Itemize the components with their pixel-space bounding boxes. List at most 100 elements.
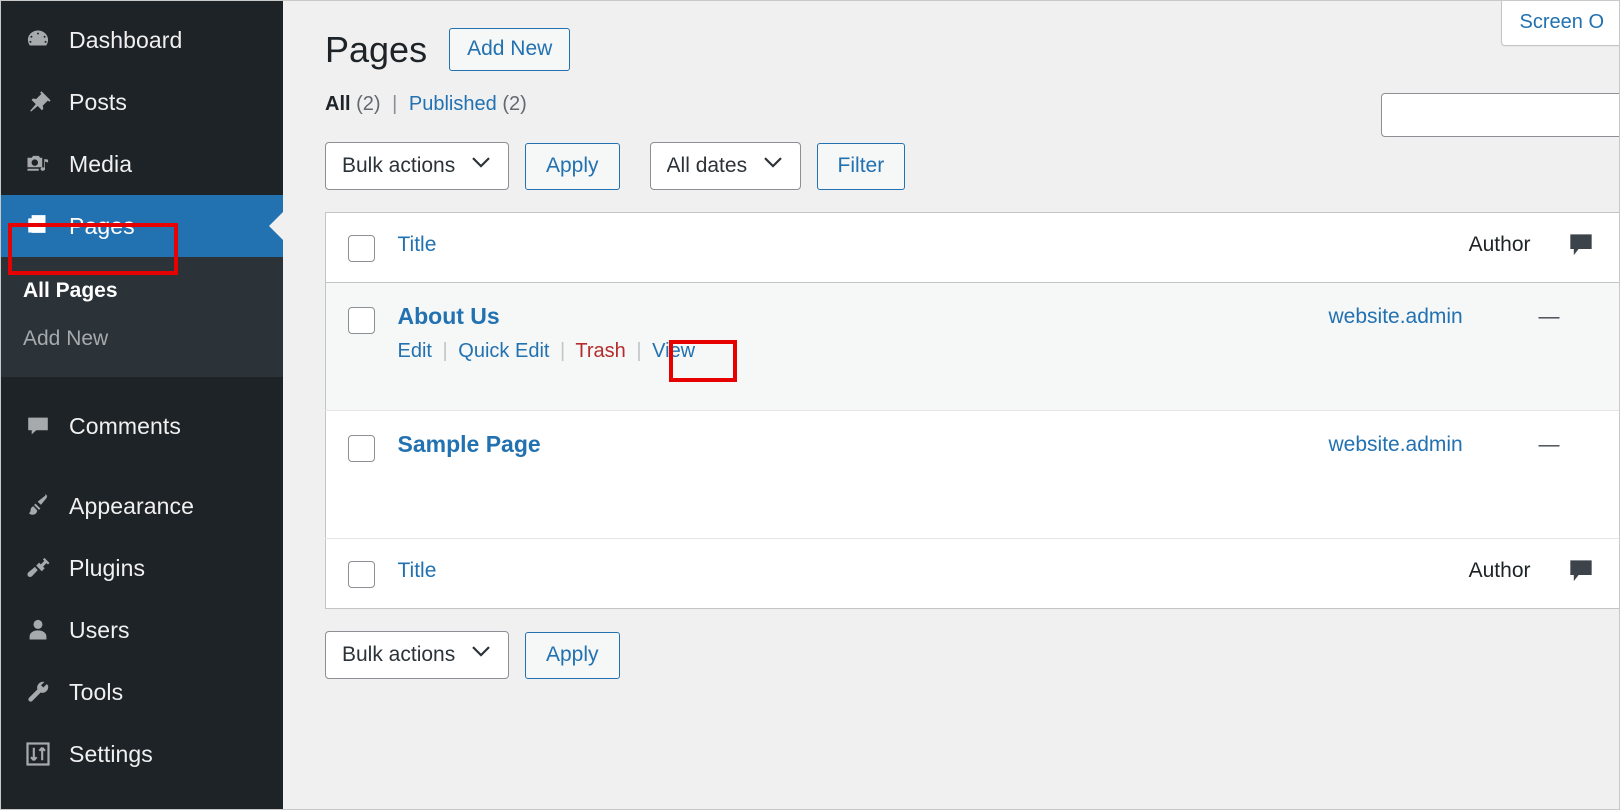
row-checkbox-cell (326, 411, 398, 539)
apply-button-top[interactable]: Apply (525, 143, 620, 190)
menu-separator (1, 457, 283, 475)
sidebar-item-label: Plugins (69, 555, 145, 582)
comment-bubble-icon (1567, 559, 1595, 589)
sidebar-item-media[interactable]: Media (1, 133, 283, 195)
sidebar-item-label: Media (69, 151, 132, 178)
table-row: Sample Page website.admin — (326, 411, 1620, 539)
select-all-header (326, 213, 398, 283)
column-header-title[interactable]: Title (398, 213, 1329, 283)
sidebar-item-appearance[interactable]: Appearance (1, 475, 283, 537)
bulk-actions-select-bottom[interactable]: Bulk actions (325, 631, 509, 679)
sidebar-item-settings[interactable]: Settings (1, 723, 283, 785)
comment-icon (23, 412, 53, 440)
bulk-actions-select-wrap-bottom: Bulk actions (325, 631, 509, 679)
filter-button[interactable]: Filter (817, 143, 906, 190)
column-footer-comments (1539, 539, 1620, 609)
tablenav-bottom: Bulk actions Apply (283, 609, 1619, 679)
column-footer-author: Author (1329, 539, 1539, 609)
table-header-row: Title Author (326, 213, 1620, 283)
bulk-actions-select[interactable]: Bulk actions (325, 142, 509, 190)
view-count-published: (2) (502, 93, 526, 115)
row-author-link[interactable]: website.admin (1329, 305, 1463, 328)
select-all-footer (326, 539, 398, 609)
submenu-item-label: All Pages (23, 279, 118, 302)
row-comments-cell: — (1539, 283, 1620, 411)
pages-icon (23, 212, 53, 240)
row-title-cell: Sample Page (398, 411, 1329, 539)
user-icon (23, 616, 53, 644)
sidebar-item-label: Posts (69, 89, 127, 116)
row-action-edit[interactable]: Edit (398, 340, 432, 362)
menu-separator (1, 377, 283, 395)
pages-list-table: Title Author (325, 212, 1619, 609)
sidebar-item-label: Pages (69, 213, 135, 240)
sidebar-item-label: Settings (69, 741, 153, 768)
bulk-actions-select-wrap: Bulk actions (325, 142, 509, 190)
row-actions: Edit | Quick Edit | Trash | View (398, 340, 1329, 370)
row-action-view[interactable]: View (652, 340, 695, 362)
row-title-cell: About Us Edit | Quick Edit | Trash | Vie… (398, 283, 1329, 411)
column-footer-title[interactable]: Title (398, 539, 1329, 609)
column-header-comments (1539, 213, 1620, 283)
sidebar-item-dashboard[interactable]: Dashboard (1, 9, 283, 71)
row-action-trash[interactable]: Trash (575, 340, 625, 362)
sidebar-item-tools[interactable]: Tools (1, 661, 283, 723)
row-comments-cell: — (1539, 411, 1620, 539)
sidebar-item-label: Appearance (69, 493, 194, 520)
dashboard-icon (23, 26, 53, 54)
pages-submenu: All Pages Add New (1, 257, 283, 377)
sliders-icon (23, 740, 53, 768)
row-action-separator: | (636, 340, 641, 362)
sidebar-item-posts[interactable]: Posts (1, 71, 283, 133)
sidebar-item-label: Dashboard (69, 27, 182, 54)
row-checkbox[interactable] (348, 435, 375, 462)
admin-content-area: Screen O Pages Add New All (2) | Publish… (283, 1, 1619, 809)
media-icon (23, 150, 53, 178)
submenu-item-all-pages[interactable]: All Pages (1, 267, 283, 315)
date-filter-select[interactable]: All dates (650, 142, 801, 190)
row-checkbox[interactable] (348, 307, 375, 334)
apply-button-bottom[interactable]: Apply (525, 632, 620, 679)
table-head: Title Author (326, 213, 1620, 283)
row-author-cell: website.admin (1329, 283, 1539, 411)
paintbrush-icon (23, 492, 53, 520)
sidebar-item-pages[interactable]: Pages (1, 195, 283, 257)
sidebar-item-users[interactable]: Users (1, 599, 283, 661)
view-count-all: (2) (356, 93, 380, 115)
row-author-cell: website.admin (1329, 411, 1539, 539)
page-header: Pages Add New (283, 1, 1619, 71)
table-footer-row: Title Author (326, 539, 1620, 609)
sidebar-item-plugins[interactable]: Plugins (1, 537, 283, 599)
row-action-separator: | (443, 340, 448, 362)
row-action-quick-edit[interactable]: Quick Edit (458, 340, 549, 362)
select-all-checkbox-top[interactable] (348, 235, 375, 262)
table-body: About Us Edit | Quick Edit | Trash | Vie… (326, 283, 1620, 539)
table-foot: Title Author (326, 539, 1620, 609)
view-link-published[interactable]: Published (409, 93, 497, 115)
select-all-checkbox-bottom[interactable] (348, 561, 375, 588)
column-header-author: Author (1329, 213, 1539, 283)
wordpress-admin-screen: Dashboard Posts Media (0, 0, 1620, 810)
row-checkbox-cell (326, 283, 398, 411)
admin-sidebar-menu: Dashboard Posts Media (1, 1, 283, 809)
sidebar-item-comments[interactable]: Comments (1, 395, 283, 457)
view-separator: | (392, 93, 397, 115)
search-input[interactable] (1381, 93, 1619, 137)
page-title: Pages (325, 30, 427, 70)
table-row: About Us Edit | Quick Edit | Trash | Vie… (326, 283, 1620, 411)
screen-options-tab[interactable]: Screen O (1501, 1, 1619, 46)
row-action-separator: | (560, 340, 565, 362)
date-filter-select-wrap: All dates (650, 142, 801, 190)
row-title-link[interactable]: About Us (398, 303, 500, 330)
submenu-item-label: Add New (23, 327, 108, 350)
sidebar-item-label: Comments (69, 413, 181, 440)
row-author-link[interactable]: website.admin (1329, 433, 1463, 456)
view-link-all[interactable]: All (325, 93, 351, 115)
add-new-button[interactable]: Add New (449, 28, 570, 71)
plug-icon (23, 554, 53, 582)
submenu-item-add-new[interactable]: Add New (1, 315, 283, 363)
pin-icon (23, 88, 53, 116)
row-title-link[interactable]: Sample Page (398, 431, 541, 458)
sidebar-item-label: Users (69, 617, 130, 644)
sidebar-item-label: Tools (69, 679, 123, 706)
